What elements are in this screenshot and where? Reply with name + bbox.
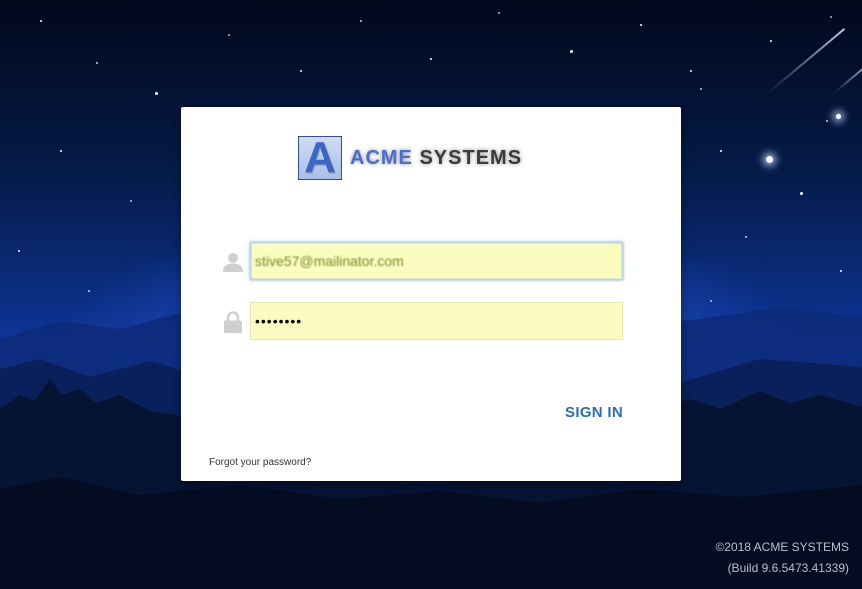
acme-logo: A ACME SYSTEMS [298, 134, 522, 182]
logo-box: A [298, 136, 342, 180]
star [770, 40, 772, 42]
star [40, 20, 42, 22]
star [130, 200, 132, 202]
star [360, 20, 362, 22]
meteor-trail [833, 60, 862, 94]
star [18, 250, 20, 252]
star [96, 62, 98, 64]
star [720, 150, 722, 152]
login-card: A ACME SYSTEMS SIGN IN Forgot your passw… [181, 107, 681, 481]
star [155, 92, 158, 95]
logo-text: ACME SYSTEMS [350, 147, 522, 170]
meteor [836, 114, 841, 119]
user-icon [223, 253, 243, 272]
star [690, 70, 692, 72]
sign-in-button[interactable]: SIGN IN [565, 404, 623, 421]
star [300, 70, 302, 72]
star [60, 150, 62, 152]
copyright-text: ©2018 ACME SYSTEMS [715, 540, 849, 554]
logo-letter: A [304, 133, 336, 182]
username-row [221, 242, 623, 280]
star [840, 270, 842, 272]
password-input[interactable] [250, 302, 623, 340]
star [830, 16, 832, 18]
star [228, 34, 230, 36]
star [640, 24, 642, 26]
meteor-trail [767, 27, 846, 94]
star [498, 12, 500, 14]
star [700, 88, 702, 90]
logo-text-systems: SYSTEMS [419, 146, 523, 169]
password-row [221, 302, 623, 340]
star [88, 290, 90, 292]
logo-text-acme: ACME [350, 146, 413, 169]
star [570, 50, 573, 53]
build-version-text: (Build 9.6.5473.41339) [727, 561, 849, 575]
forgot-password-link[interactable]: Forgot your password? [209, 457, 311, 468]
username-input[interactable] [250, 242, 623, 280]
star [826, 120, 828, 122]
star [800, 192, 803, 195]
lock-icon [224, 311, 242, 333]
meteor [766, 156, 773, 163]
star [745, 236, 747, 238]
star [430, 58, 432, 60]
